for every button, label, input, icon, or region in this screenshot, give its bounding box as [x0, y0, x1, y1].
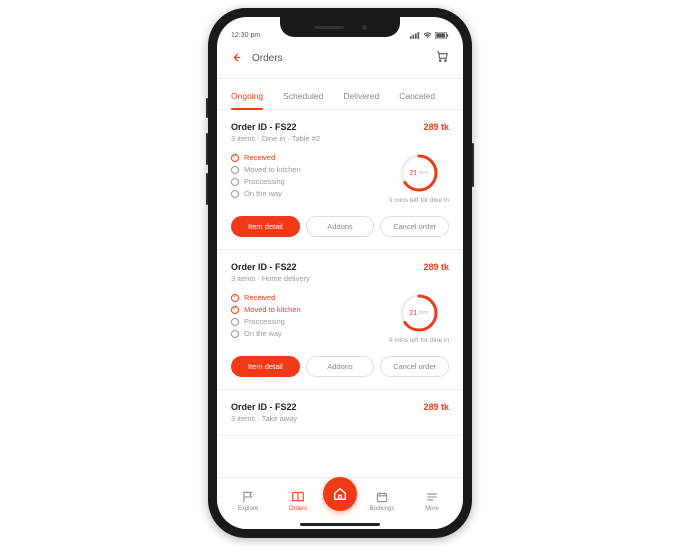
- order-price: 289 tk: [423, 262, 449, 272]
- item-detail-button[interactable]: Item detail: [231, 216, 300, 237]
- addons-button[interactable]: Addons: [306, 356, 375, 377]
- battery-icon: [435, 32, 449, 39]
- bottom-nav: Explore Orders Bookings More: [217, 477, 463, 529]
- cancel-order-button[interactable]: Cancel order: [380, 356, 449, 377]
- step-processing: Proccessing: [231, 177, 301, 186]
- tab-canceled[interactable]: Canceled: [399, 87, 435, 109]
- order-card: Order ID - FS22 289 tk 3 items · Home de…: [217, 250, 463, 390]
- order-subtitle: 3 items · Take away: [231, 414, 449, 423]
- nav-explore[interactable]: Explore: [223, 490, 273, 512]
- order-subtitle: 3 items · Home delivery: [231, 274, 449, 283]
- clock-icon: [231, 178, 239, 186]
- order-price: 289 tk: [423, 122, 449, 132]
- order-card: Order ID - FS22 289 tk 3 items · Dine in…: [217, 110, 463, 250]
- clock-icon: [231, 318, 239, 326]
- nav-bookings[interactable]: Bookings: [357, 490, 407, 512]
- step-received: ✓Received: [231, 293, 301, 302]
- phone-frame: 12:30 pm Orders Ongoing Scheduled Delive: [208, 8, 472, 538]
- calendar-icon: [375, 490, 389, 504]
- clock-icon: ✓: [231, 154, 239, 162]
- cart-icon[interactable]: [435, 49, 449, 68]
- order-list: Order ID - FS22 289 tk 3 items · Dine in…: [217, 110, 463, 480]
- menu-icon: [425, 490, 439, 504]
- page-title: Orders: [252, 53, 283, 64]
- clock-icon: [231, 190, 239, 198]
- timer-subtitle: 9 mins left for dine in: [389, 197, 449, 204]
- clock-icon: [231, 166, 239, 174]
- timer: 21mins 9 mins left for dine in: [389, 293, 449, 344]
- screen: 12:30 pm Orders Ongoing Scheduled Delive: [217, 17, 463, 529]
- order-subtitle: 3 items · Dine in · Table #2: [231, 134, 449, 143]
- step-ontheway: On the way: [231, 189, 301, 198]
- item-detail-button[interactable]: Item detail: [231, 356, 300, 377]
- nav-home-fab[interactable]: [323, 477, 357, 511]
- nav-more[interactable]: More: [407, 490, 457, 512]
- clock-icon: ✓: [231, 294, 239, 302]
- order-id: Order ID - FS22: [231, 402, 297, 412]
- tab-delivered[interactable]: Delivered: [343, 87, 379, 109]
- timer-value: 21: [409, 310, 417, 317]
- tabs: Ongoing Scheduled Delivered Canceled: [217, 79, 463, 110]
- wifi-icon: [423, 32, 432, 39]
- addons-button[interactable]: Addons: [306, 216, 375, 237]
- signal-icon: [410, 32, 420, 39]
- order-steps: ✓Received ✓Moved to kitchen Proccessing …: [231, 293, 301, 344]
- header: Orders: [217, 41, 463, 78]
- clock-icon: ✓: [231, 306, 239, 314]
- clock-icon: [231, 330, 239, 338]
- order-card: Order ID - FS22 289 tk 3 items · Take aw…: [217, 390, 463, 436]
- home-icon: [332, 486, 348, 502]
- timer-unit: mins: [418, 310, 429, 316]
- order-id: Order ID - FS22: [231, 262, 297, 272]
- step-processing: Proccessing: [231, 317, 301, 326]
- timer: 21mins 9 mins left for dine in: [389, 153, 449, 204]
- timer-value: 21: [409, 170, 417, 177]
- flag-icon: [241, 490, 255, 504]
- book-icon: [291, 490, 305, 504]
- tab-scheduled[interactable]: Scheduled: [283, 87, 323, 109]
- order-price: 289 tk: [423, 402, 449, 412]
- timer-unit: mins: [418, 170, 429, 176]
- order-actions: Item detail Addons Cancel order: [231, 356, 449, 377]
- step-kitchen: Moved to kitchen: [231, 165, 301, 174]
- back-icon[interactable]: [231, 50, 242, 68]
- step-received: ✓Received: [231, 153, 301, 162]
- order-id: Order ID - FS22: [231, 122, 297, 132]
- status-icons: [410, 32, 449, 39]
- nav-orders[interactable]: Orders: [273, 490, 323, 512]
- step-ontheway: On the way: [231, 329, 301, 338]
- step-kitchen: ✓Moved to kitchen: [231, 305, 301, 314]
- timer-subtitle: 9 mins left for dine in: [389, 337, 449, 344]
- order-steps: ✓Received Moved to kitchen Proccessing O…: [231, 153, 301, 204]
- cancel-order-button[interactable]: Cancel order: [380, 216, 449, 237]
- home-indicator[interactable]: [300, 523, 380, 526]
- status-time: 12:30 pm: [231, 32, 260, 39]
- tab-ongoing[interactable]: Ongoing: [231, 87, 263, 109]
- order-actions: Item detail Addons Cancel order: [231, 216, 449, 237]
